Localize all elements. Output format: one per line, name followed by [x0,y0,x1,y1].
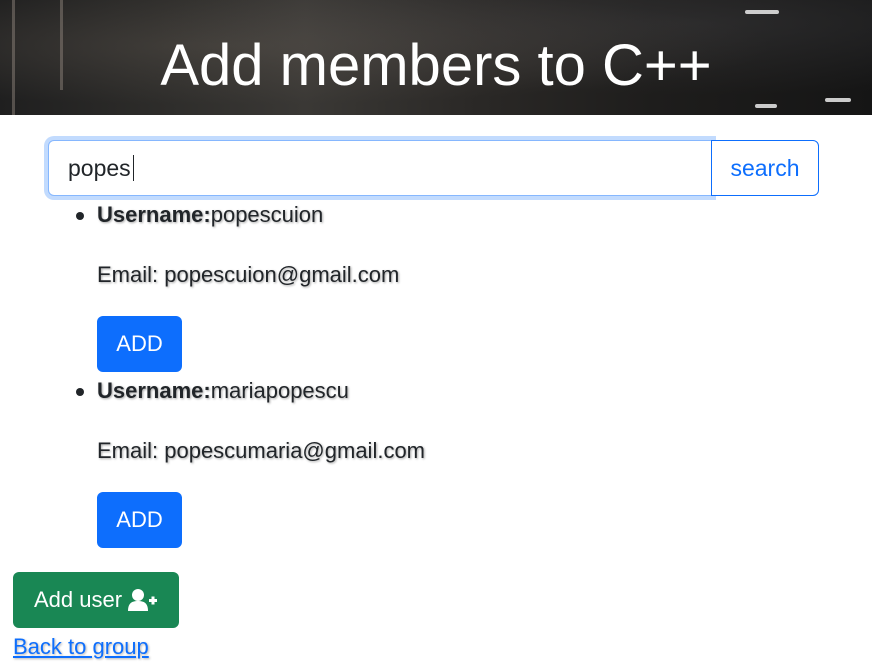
add-user-label: Add user [33,587,123,612]
bullet-icon [76,388,84,396]
search-button[interactable]: search [711,140,819,196]
text-caret [133,155,134,181]
add-member-button[interactable]: ADD [97,492,182,548]
search-group: search [48,140,819,196]
page-header-banner: Add members to C++ [0,0,872,115]
banner-decor [755,104,777,108]
username-value: mariapopescu [210,378,349,403]
username-label: Username: [97,202,211,227]
search-input[interactable] [48,140,712,196]
add-member-button[interactable]: ADD [97,316,182,372]
list-item: Username:mariapopescu Email: popescumari… [76,373,797,549]
page-title: Add members to C++ [160,33,712,98]
add-user-button[interactable]: Add user [13,572,179,628]
username-value: popescuion [210,202,324,227]
email-line: Email: popescumaria@gmail.com [97,438,426,463]
bullet-icon [76,212,84,220]
username-line: Username:mariapopescu [97,377,349,405]
username-line: Username:popescuion [97,201,323,229]
username-label: Username: [97,378,211,403]
email-line: Email: popescuion@gmail.com [97,262,400,287]
back-to-group-link[interactable]: Back to group [13,632,149,662]
list-item: Username:popescuion Email: popescuion@gm… [76,197,797,373]
banner-decor [745,10,779,14]
search-results-list: Username:popescuion Email: popescuion@gm… [76,197,797,549]
user-plus-icon [128,588,158,612]
